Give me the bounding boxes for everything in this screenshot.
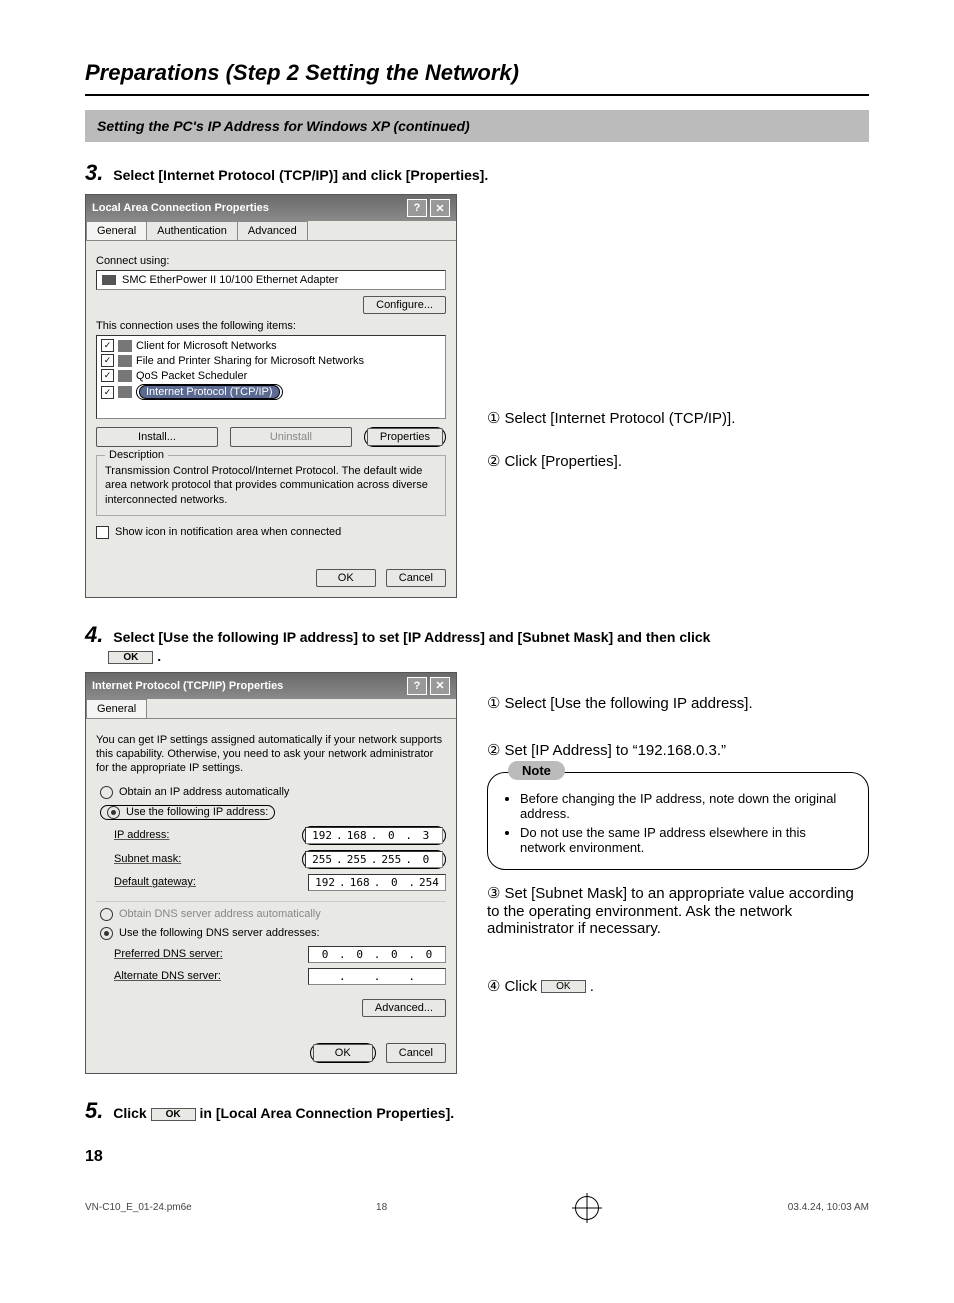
tab-authentication[interactable]: Authentication (146, 221, 238, 240)
step4-text-b: . (157, 648, 161, 664)
cancel-button[interactable]: Cancel (386, 1043, 446, 1063)
show-icon-label: Show icon in notification area when conn… (115, 526, 341, 538)
ok-button[interactable]: OK (316, 569, 376, 587)
radio-icon[interactable] (100, 927, 113, 940)
advanced-button[interactable]: Advanced... (362, 999, 446, 1017)
lan-properties-dialog: Local Area Connection Properties ? ✕ Gen… (85, 194, 457, 598)
alternate-dns-field[interactable]: . . . (308, 968, 446, 985)
close-icon[interactable]: ✕ (430, 677, 450, 695)
annotation-3: ③Set [Subnet Mask] to an appropriate val… (487, 884, 869, 937)
tab-advanced[interactable]: Advanced (237, 221, 308, 240)
note-item: Before changing the IP address, note dow… (520, 791, 852, 821)
list-item[interactable]: ✓ File and Printer Sharing for Microsoft… (101, 353, 441, 368)
tcpip-properties-dialog: Internet Protocol (TCP/IP) Properties ? … (85, 672, 457, 1074)
checkbox-icon[interactable]: ✓ (101, 339, 114, 352)
annotation-1: ①Select [Use the following IP address]. (487, 694, 869, 713)
checkbox-icon[interactable]: ✓ (101, 386, 114, 399)
footer: VN-C10_E_01-24.pm6e 18 03.4.24, 10:03 AM (85, 1166, 869, 1220)
dialog-tabs: General Authentication Advanced (86, 221, 456, 241)
page-number: 18 (85, 1148, 869, 1166)
step3-text: Select [Internet Protocol (TCP/IP)] and … (113, 167, 488, 183)
description-group: Description Transmission Control Protoco… (96, 455, 446, 516)
component-icon (118, 340, 132, 352)
show-icon-checkbox[interactable] (96, 526, 109, 539)
component-icon (118, 355, 132, 367)
radio-icon (100, 908, 113, 921)
footer-filename: VN-C10_E_01-24.pm6e (85, 1202, 192, 1213)
annotation-2: ②Set [IP Address] to “192.168.0.3.” (487, 741, 869, 760)
help-icon[interactable]: ? (407, 199, 427, 217)
preferred-dns-field[interactable]: 0. 0. 0. 0 (308, 946, 446, 963)
connect-using-label: Connect using: (96, 255, 446, 267)
inline-ok-button: OK (541, 980, 585, 993)
component-icon (118, 386, 132, 398)
radio-dns-auto: Obtain DNS server address automatically (100, 908, 446, 921)
checkbox-icon[interactable]: ✓ (101, 369, 114, 382)
install-button[interactable]: Install... (96, 427, 218, 447)
cancel-button[interactable]: Cancel (386, 569, 446, 587)
ip-address-row: IP address: 192. 168. 0. 3 (114, 826, 446, 845)
step3-heading: 3. Select [Internet Protocol (TCP/IP)] a… (85, 160, 869, 186)
items-listbox[interactable]: ✓ Client for Microsoft Networks ✓ File a… (96, 335, 446, 419)
step5-number: 5. (85, 1098, 103, 1123)
step4-heading: 4. Select [Use the following IP address]… (85, 622, 869, 664)
list-item-selected[interactable]: ✓ Internet Protocol (TCP/IP) (101, 383, 441, 401)
preferred-dns-row: Preferred DNS server: 0. 0. 0. 0 (114, 946, 446, 963)
footer-page: 18 (376, 1202, 387, 1213)
step5-text-b: in [Local Area Connection Properties]. (200, 1105, 455, 1121)
note-item: Do not use the same IP address elsewhere… (520, 825, 852, 855)
dialog-titlebar: Internet Protocol (TCP/IP) Properties ? … (86, 673, 456, 699)
help-icon[interactable]: ? (407, 677, 427, 695)
step4-text-a: Select [Use the following IP address] to… (113, 629, 710, 645)
inline-ok-button: OK (151, 1108, 196, 1121)
radio-icon[interactable] (107, 806, 120, 819)
alternate-dns-row: Alternate DNS server: . . . (114, 968, 446, 985)
footer-timestamp: 03.4.24, 10:03 AM (788, 1202, 869, 1213)
radio-obtain-auto[interactable]: Obtain an IP address automatically (100, 786, 446, 799)
note-label: Note (508, 761, 565, 780)
subheading: Setting the PC's IP Address for Windows … (85, 110, 869, 142)
items-label: This connection uses the following items… (96, 320, 446, 332)
step5-text-a: Click (113, 1105, 146, 1121)
default-gateway-field[interactable]: 192. 168. 0. 254 (308, 874, 446, 891)
radio-dns-manual[interactable]: Use the following DNS server addresses: (100, 927, 446, 940)
ok-button[interactable]: OK (313, 1044, 373, 1062)
intro-text: You can get IP settings assigned automat… (96, 733, 446, 776)
note-box: Note Before changing the IP address, not… (487, 772, 869, 870)
list-item[interactable]: ✓ Client for Microsoft Networks (101, 338, 441, 353)
radio-icon[interactable] (100, 786, 113, 799)
subnet-mask-field[interactable]: 255. 255. 255. 0 (305, 851, 443, 868)
component-icon (118, 370, 132, 382)
description-text: Transmission Control Protocol/Internet P… (105, 464, 437, 507)
annotation-1: ①Select [Internet Protocol (TCP/IP)]. (487, 409, 869, 428)
dialog-titlebar: Local Area Connection Properties ? ✕ (86, 195, 456, 221)
dialog-title: Internet Protocol (TCP/IP) Properties (92, 680, 404, 692)
page-title: Preparations (Step 2 Setting the Network… (85, 60, 869, 86)
tab-general[interactable]: General (86, 221, 147, 240)
horizontal-rule (85, 94, 869, 96)
annotation-2: ②Click [Properties]. (487, 452, 869, 471)
properties-button[interactable]: Properties (367, 428, 443, 446)
nic-icon (102, 275, 116, 285)
radio-use-following[interactable]: Use the following IP address: (100, 805, 446, 820)
configure-button[interactable]: Configure... (363, 296, 446, 314)
step3-number: 3. (85, 160, 103, 185)
default-gateway-row: Default gateway: 192. 168. 0. 254 (114, 874, 446, 891)
annotation-4: ④Click OK . (487, 977, 869, 996)
tab-general[interactable]: General (86, 699, 147, 718)
close-icon[interactable]: ✕ (430, 199, 450, 217)
step5-heading: 5. Click OK in [Local Area Connection Pr… (85, 1098, 869, 1124)
adapter-field: SMC EtherPower II 10/100 Ethernet Adapte… (96, 270, 446, 290)
dialog-title: Local Area Connection Properties (92, 202, 404, 214)
list-item[interactable]: ✓ QoS Packet Scheduler (101, 368, 441, 383)
uninstall-button: Uninstall (230, 427, 352, 447)
registration-mark-icon (575, 1196, 599, 1220)
step4-number: 4. (85, 622, 103, 647)
adapter-name: SMC EtherPower II 10/100 Ethernet Adapte… (122, 274, 338, 286)
checkbox-icon[interactable]: ✓ (101, 354, 114, 367)
subnet-mask-row: Subnet mask: 255. 255. 255. 0 (114, 850, 446, 869)
description-label: Description (105, 449, 168, 461)
ip-address-field[interactable]: 192. 168. 0. 3 (305, 827, 443, 844)
inline-ok-button: OK (108, 651, 153, 664)
